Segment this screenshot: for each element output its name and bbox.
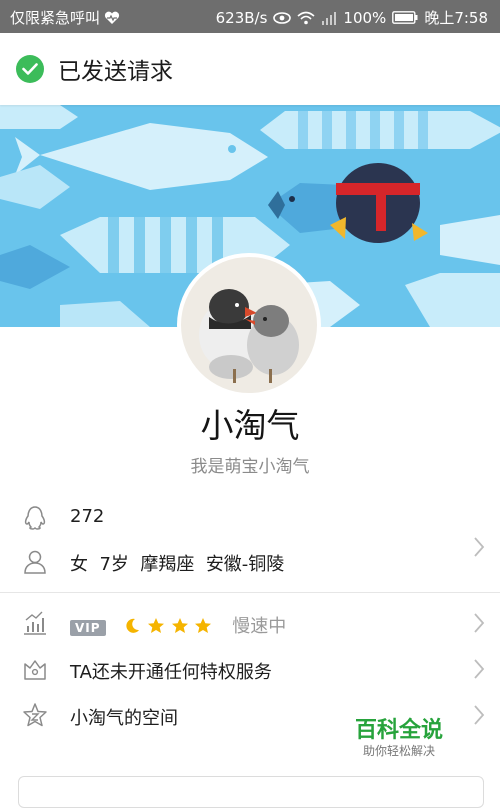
eye-icon (273, 11, 292, 24)
watermark-subtitle: 助你轻松解决 (362, 744, 435, 758)
carrier-text: 仅限紧急呼叫 (10, 9, 101, 27)
basic-info-text: 女 7岁 摩羯座 安徽-铜陵 (70, 550, 284, 576)
privilege-row[interactable]: TA还未开通任何特权服务 (0, 650, 500, 688)
vip-speed-status: 慢速中 (232, 616, 287, 637)
moon-icon (126, 618, 140, 633)
basic-info-row[interactable]: 女 7岁 摩羯座 安徽-铜陵 (0, 537, 500, 582)
star-icon (171, 618, 188, 633)
location: 安徽-铜陵 (205, 554, 285, 575)
vip-info: VIP 慢速中 (70, 612, 286, 638)
star-z-icon (23, 703, 47, 727)
person-outline-icon (24, 550, 46, 574)
battery-icon (392, 11, 418, 24)
request-sent-toast: 已发送请求 (0, 33, 500, 105)
vip-badge: VIP (70, 620, 106, 636)
chevron-right-icon (474, 537, 485, 557)
bottom-action-bar[interactable] (18, 776, 484, 808)
finch-birds-avatar-image (181, 257, 317, 393)
toast-message: 已发送请求 (58, 59, 173, 85)
star-icon (195, 618, 212, 633)
network-speed: 623B/s (215, 8, 268, 27)
section-divider (0, 592, 500, 593)
crown-box-icon (24, 660, 46, 680)
clock: 晚上7:58 (424, 9, 488, 27)
profile-signature: 我是萌宝小淘气 (190, 457, 310, 477)
status-bar: 仅限紧急呼叫 623B/s 100% 晚上7:58 (0, 0, 500, 33)
privilege-label: TA还未开通任何特权服务 (70, 662, 272, 683)
penguin-outline-icon (24, 506, 46, 530)
vip-row[interactable]: VIP 慢速中 (0, 604, 500, 642)
qq-number: 272 (70, 506, 105, 527)
zodiac: 摩羯座 (140, 554, 195, 575)
star-icon (148, 618, 165, 633)
baike-watermark: 百科全说 助你轻松解决 (344, 706, 464, 766)
avatar[interactable] (181, 257, 317, 393)
signal-icon (322, 11, 337, 25)
qzone-space-label: 小淘气的空间 (70, 708, 178, 729)
wifi-icon (297, 11, 315, 24)
level-growth-icon (24, 611, 46, 635)
qq-number-row: 272 (0, 500, 500, 536)
battery-percent: 100% (343, 8, 387, 27)
heart-rate-icon (104, 11, 120, 24)
chevron-right-icon (474, 613, 485, 633)
chevron-right-icon (474, 705, 485, 725)
gender: 女 (70, 554, 88, 575)
watermark-title: 百科全说 (354, 718, 443, 743)
profile-nickname: 小淘气 (200, 406, 300, 445)
chevron-right-icon (474, 659, 485, 679)
check-circle-icon (16, 55, 44, 83)
age: 7岁 (99, 554, 129, 575)
